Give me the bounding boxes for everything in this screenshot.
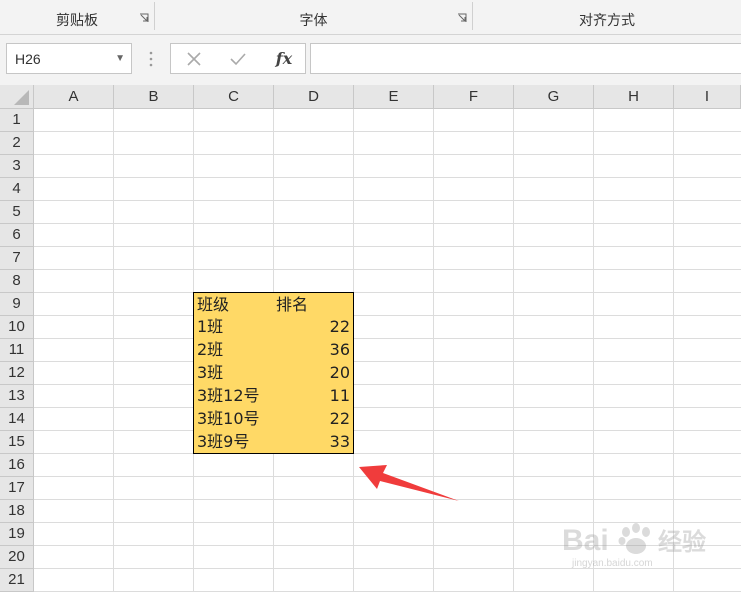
table-cell[interactable]: 1班 xyxy=(193,315,274,339)
table-cell[interactable]: 22 xyxy=(273,315,354,339)
gridline-horizontal xyxy=(34,384,741,385)
column-header-c[interactable]: C xyxy=(194,85,274,109)
table-cell[interactable]: 20 xyxy=(273,361,354,385)
row-header-18[interactable]: 18 xyxy=(0,500,34,523)
table-cell[interactable]: 3班10号 xyxy=(193,407,274,431)
ribbon-group-clipboard: 剪贴板 xyxy=(0,0,154,34)
gridline-vertical xyxy=(113,109,114,592)
formula-bar: H26 ▼ fx xyxy=(0,35,741,85)
gridline-horizontal xyxy=(34,338,741,339)
dialog-launcher-icon[interactable] xyxy=(139,13,149,23)
row-header-17[interactable]: 17 xyxy=(0,477,34,500)
row-header-4[interactable]: 4 xyxy=(0,178,34,201)
baidu-watermark: Bai 经验 jingyan.baidu.com xyxy=(560,512,730,582)
svg-text:Bai: Bai xyxy=(562,524,609,557)
formula-buttons: fx xyxy=(170,43,306,74)
column-header-i[interactable]: I xyxy=(674,85,741,109)
row-header-7[interactable]: 7 xyxy=(0,247,34,270)
column-header-d[interactable]: D xyxy=(274,85,354,109)
name-box-value: H26 xyxy=(15,51,41,67)
gridline-horizontal xyxy=(34,200,741,201)
select-all-corner[interactable] xyxy=(0,85,34,109)
ribbon-group-alignment: 对齐方式 xyxy=(473,0,741,34)
gridline-horizontal xyxy=(34,246,741,247)
column-header-h[interactable]: H xyxy=(594,85,674,109)
table-header-cell[interactable]: 班级 xyxy=(193,292,274,316)
gridline-vertical xyxy=(513,109,514,592)
table-cell[interactable]: 3班12号 xyxy=(193,384,274,408)
gridline-horizontal xyxy=(34,154,741,155)
ribbon-group-label: 对齐方式 xyxy=(579,13,635,29)
close-icon[interactable] xyxy=(179,47,209,71)
gridline-vertical xyxy=(433,109,434,592)
row-header-6[interactable]: 6 xyxy=(0,224,34,247)
column-header-b[interactable]: B xyxy=(114,85,194,109)
table-cell[interactable]: 22 xyxy=(273,407,354,431)
row-header-12[interactable]: 12 xyxy=(0,362,34,385)
row-header-14[interactable]: 14 xyxy=(0,408,34,431)
table-header-cell[interactable]: 排名 xyxy=(273,292,354,316)
dialog-launcher-icon[interactable] xyxy=(457,13,467,23)
row-header-13[interactable]: 13 xyxy=(0,385,34,408)
name-box[interactable]: H26 ▼ xyxy=(6,43,132,74)
row-header-11[interactable]: 11 xyxy=(0,339,34,362)
table-cell[interactable]: 11 xyxy=(273,384,354,408)
ribbon-group-font: 字体 xyxy=(155,0,472,34)
gridline-horizontal xyxy=(34,292,741,293)
formula-input[interactable] xyxy=(310,43,741,74)
row-header-20[interactable]: 20 xyxy=(0,546,34,569)
gridline-horizontal xyxy=(34,131,741,132)
row-header-19[interactable]: 19 xyxy=(0,523,34,546)
gridline-horizontal xyxy=(34,407,741,408)
column-header-g[interactable]: G xyxy=(514,85,594,109)
row-header-15[interactable]: 15 xyxy=(0,431,34,454)
annotation-arrow xyxy=(359,465,459,501)
row-header-8[interactable]: 8 xyxy=(0,270,34,293)
check-icon[interactable] xyxy=(223,47,253,71)
ribbon: 剪贴板 字体 对齐方式 xyxy=(0,0,741,35)
baidu-paw-logo: Bai 经验 xyxy=(562,523,706,557)
row-header-5[interactable]: 5 xyxy=(0,201,34,224)
row-header-1[interactable]: 1 xyxy=(0,109,34,132)
chevron-down-icon[interactable]: ▼ xyxy=(115,53,125,64)
gridline-horizontal xyxy=(34,361,741,362)
row-header-21[interactable]: 21 xyxy=(0,569,34,592)
column-header-f[interactable]: F xyxy=(434,85,514,109)
row-header-2[interactable]: 2 xyxy=(0,132,34,155)
gridline-horizontal xyxy=(34,223,741,224)
table-cell[interactable]: 3班9号 xyxy=(193,430,274,454)
gridline-horizontal xyxy=(34,177,741,178)
row-header-3[interactable]: 3 xyxy=(0,155,34,178)
table-cell[interactable]: 3班 xyxy=(193,361,274,385)
table-cell[interactable]: 2班 xyxy=(193,338,274,362)
row-header-10[interactable]: 10 xyxy=(0,316,34,339)
more-options-icon[interactable] xyxy=(146,49,156,69)
table-cell[interactable]: 36 xyxy=(273,338,354,362)
gridline-horizontal xyxy=(34,430,741,431)
insert-function-button[interactable]: fx xyxy=(269,47,299,71)
row-header-16[interactable]: 16 xyxy=(0,454,34,477)
table-cell[interactable]: 33 xyxy=(273,430,354,454)
ribbon-group-label: 字体 xyxy=(299,13,328,29)
gridline-horizontal xyxy=(34,269,741,270)
ribbon-group-label: 剪贴板 xyxy=(56,13,98,29)
column-header-a[interactable]: A xyxy=(34,85,114,109)
watermark-url: jingyan.baidu.com xyxy=(572,558,653,569)
row-header-9[interactable]: 9 xyxy=(0,293,34,316)
gridline-horizontal xyxy=(34,315,741,316)
column-header-e[interactable]: E xyxy=(354,85,434,109)
svg-text:经验: 经验 xyxy=(658,528,706,556)
